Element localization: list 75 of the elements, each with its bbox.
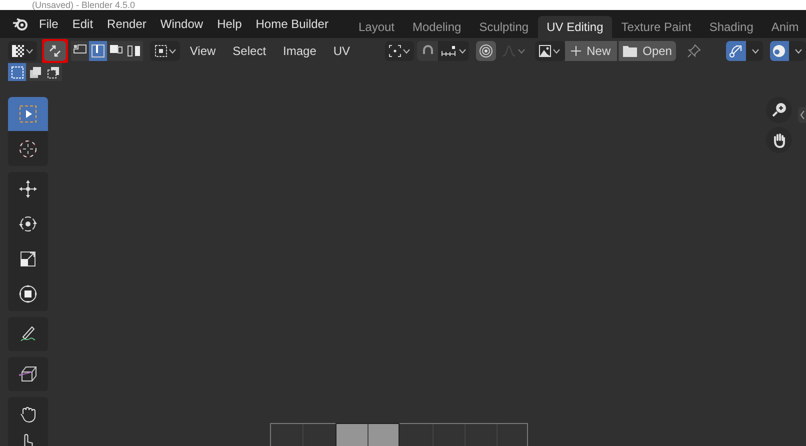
folder-icon	[622, 45, 637, 57]
finger-icon	[24, 434, 32, 446]
chevron-down-icon	[518, 48, 525, 54]
workspace-tab[interactable]: Anim	[762, 16, 806, 38]
snap-toggle[interactable]	[417, 41, 438, 61]
workspace-tab[interactable]: Shading	[700, 16, 762, 38]
rotate-icon	[18, 214, 38, 234]
hand-icon	[18, 404, 38, 424]
overlays-toggle[interactable]	[770, 41, 789, 61]
menu-item[interactable]: Window	[153, 15, 210, 33]
edge-mode-icon	[91, 44, 106, 58]
select-mode-button[interactable]	[125, 41, 144, 61]
four-arrows-icon	[18, 179, 38, 199]
zoom-icon[interactable]	[766, 97, 792, 123]
bounding-box-icon	[388, 45, 401, 57]
transform-icon	[18, 284, 38, 304]
editor-type-dropdown[interactable]	[8, 41, 38, 61]
box-select-mode-button[interactable]	[44, 63, 62, 81]
workspace-tab[interactable]: Texture Paint	[612, 16, 700, 38]
increment-icon	[441, 46, 458, 56]
overlay-circles-icon	[772, 44, 786, 58]
pin-icon	[686, 44, 701, 58]
hand-icon[interactable]	[766, 127, 792, 153]
chevron-down-icon	[168, 48, 176, 54]
box-select-mode-button[interactable]	[26, 63, 44, 81]
menu-item[interactable]: Home Builder	[248, 15, 336, 33]
chevron-down-icon	[553, 48, 560, 54]
transform-dropdown[interactable]	[384, 41, 414, 61]
chevron-down-icon	[402, 48, 410, 54]
chevron-down-icon	[26, 48, 34, 54]
crosshair-circle-icon	[18, 139, 38, 159]
proportional-edit-toggle[interactable]	[476, 41, 496, 61]
chevron-down-icon	[459, 48, 466, 54]
new-image-button[interactable]: New	[564, 41, 617, 61]
menu-item[interactable]: Edit	[65, 15, 100, 33]
workspace-tab[interactable]: Sculpting	[470, 16, 538, 38]
menu-item[interactable]: File	[32, 15, 66, 33]
select-mode-button[interactable]	[107, 41, 126, 61]
checker-icon	[12, 45, 24, 57]
plus-icon	[570, 46, 581, 56]
select-mode-button[interactable]	[89, 41, 108, 61]
select-mode-button[interactable]	[71, 41, 90, 61]
chevron-down-icon	[794, 48, 802, 54]
header-menu[interactable]: View	[182, 42, 223, 60]
window-title: (Unsaved) - Blender 4.5.0	[32, 0, 136, 10]
cursor-box-icon	[18, 104, 38, 124]
pivot-icon	[154, 45, 167, 57]
image-browse-dropdown[interactable]	[535, 41, 565, 61]
cube-icon	[18, 364, 38, 384]
workspace-tab[interactable]: UV Editing	[538, 16, 612, 38]
box-select-mode-button[interactable]	[8, 63, 26, 81]
double-arrow-icon	[48, 44, 62, 58]
header-menu[interactable]: UV	[326, 42, 358, 60]
pencil-icon	[18, 324, 38, 344]
curve-arrow-icon	[729, 44, 744, 58]
scale-icon	[18, 249, 38, 269]
collapse-arrow-icon[interactable]	[798, 107, 806, 123]
concentric-circles-icon	[478, 44, 493, 58]
pivot-dropdown[interactable]	[150, 41, 180, 61]
subtract-mode-icon	[46, 66, 60, 78]
header-menu[interactable]: Image	[276, 42, 324, 60]
menu-item[interactable]: Help	[210, 15, 249, 33]
falloff-curve-icon	[502, 45, 516, 57]
extend-mode-icon	[28, 66, 42, 78]
uv-sticky-toggle[interactable]	[726, 41, 746, 61]
header-menu[interactable]: Select	[226, 42, 274, 60]
island-mode-icon	[127, 44, 142, 58]
chevron-down-icon	[752, 48, 759, 54]
image-icon	[539, 45, 552, 57]
workspace-tab[interactable]: Modeling	[404, 16, 470, 38]
open-image-button[interactable]: Open	[618, 41, 676, 61]
menu-item[interactable]: Render	[100, 15, 154, 33]
workspace-tab[interactable]: Layout	[349, 16, 404, 38]
blender-logo-icon[interactable]	[12, 17, 28, 31]
set-mode-icon	[10, 66, 24, 78]
